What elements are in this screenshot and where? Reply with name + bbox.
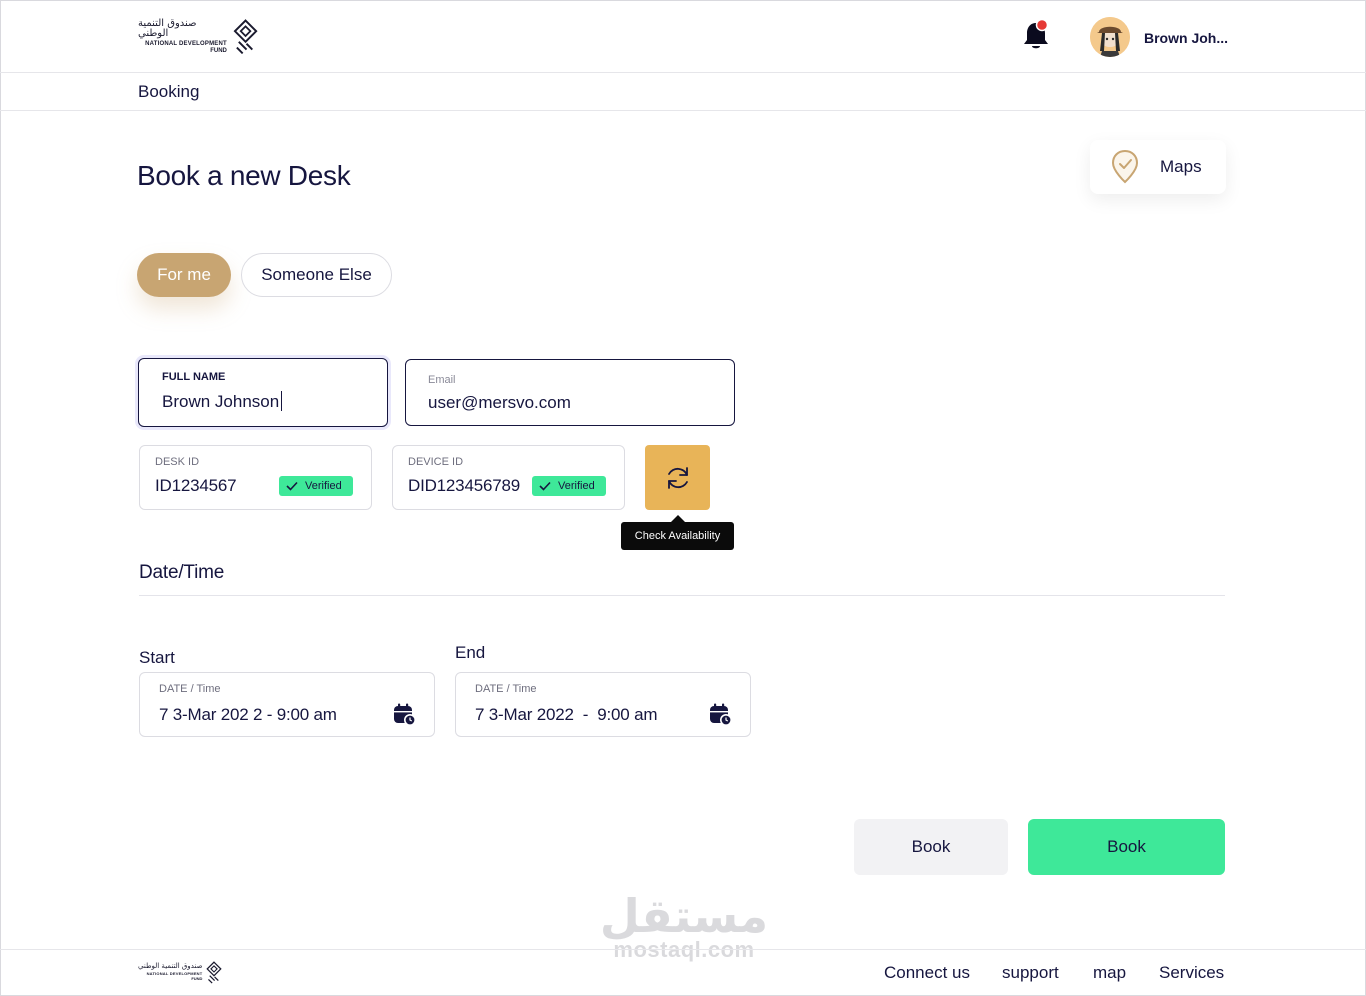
notification-dot	[1035, 19, 1049, 32]
logo-line-1: NATIONAL DEVELOPMENT	[145, 40, 227, 47]
text-caret	[281, 391, 283, 411]
maps-button[interactable]: Maps	[1090, 140, 1226, 194]
footer-link-support[interactable]: support	[1002, 963, 1059, 983]
calendar-clock-icon[interactable]	[392, 702, 416, 726]
email-field[interactable]: Email user@mersvo.com	[405, 359, 735, 426]
desk-id-value: ID1234567	[155, 476, 237, 495]
device-id-value: DID123456789	[408, 476, 520, 495]
full-name-input[interactable]: Brown Johnson	[162, 391, 283, 412]
start-datetime-field[interactable]: DATE / Time 7 3-Mar 202 2 - 9:00 am	[139, 672, 435, 737]
device-id-field[interactable]: DEVICE ID DID123456789 Verified	[392, 445, 625, 510]
calendar-clock-icon[interactable]	[708, 702, 732, 726]
maps-label: Maps	[1160, 157, 1202, 176]
check-icon	[286, 481, 298, 491]
footer-link-map[interactable]: map	[1093, 963, 1126, 983]
end-datetime-value: 7 3-Mar 2022 - 9:00 am	[475, 705, 658, 724]
logo-arabic-text: صندوق التنمية الوطني	[138, 17, 197, 39]
device-verified-text: Verified	[558, 480, 595, 492]
check-availability-button[interactable]	[645, 445, 710, 510]
breadcrumb-bar: Booking	[0, 73, 1366, 111]
check-availability-tooltip: Check Availability	[621, 515, 734, 550]
end-datetime-field[interactable]: DATE / Time 7 3-Mar 2022 - 9:00 am	[455, 672, 751, 737]
email-label: Email	[428, 374, 456, 386]
device-verified-badge: Verified	[532, 476, 606, 496]
map-pin-check-icon	[1111, 149, 1139, 184]
desk-verified-badge: Verified	[279, 476, 353, 496]
logo-mark-icon	[233, 19, 258, 54]
full-name-label: FULL NAME	[162, 371, 226, 383]
section-divider	[139, 595, 1225, 596]
footer-link-connect-us[interactable]: Connect us	[884, 963, 970, 983]
top-header: صندوق التنمية الوطني NATIONAL DEVELOPMEN…	[0, 0, 1366, 73]
avatar-portrait-icon	[1090, 17, 1130, 57]
end-label: End	[455, 643, 486, 662]
footer-link-services[interactable]: Services	[1159, 963, 1224, 983]
end-datetime-caption: DATE / Time	[475, 683, 537, 695]
start-label: Start	[139, 648, 175, 667]
footer-logo-line-2: FUND	[191, 976, 203, 981]
start-datetime-value: 7 3-Mar 202 2 - 9:00 am	[159, 705, 337, 724]
breadcrumb[interactable]: Booking	[138, 82, 199, 102]
watermark-arabic: مستقل	[599, 889, 769, 943]
start-datetime-caption: DATE / Time	[159, 683, 221, 695]
book-primary-button[interactable]: Book	[1028, 819, 1225, 875]
desk-verified-text: Verified	[305, 480, 342, 492]
logo-line-2: FUND	[210, 47, 227, 54]
notification-bell-icon[interactable]	[1022, 19, 1050, 51]
footer: صندوق التنمية الوطني NATIONAL DEVELOPMEN…	[0, 949, 1366, 996]
someone-else-toggle[interactable]: Someone Else	[241, 253, 392, 297]
check-icon	[539, 481, 551, 491]
page-title: Book a new Desk	[137, 160, 351, 191]
user-name[interactable]: Brown Joh...	[1144, 30, 1234, 46]
book-secondary-button[interactable]: Book	[854, 819, 1008, 875]
email-value[interactable]: user@mersvo.com	[428, 393, 571, 413]
datetime-section-title: Date/Time	[139, 562, 225, 583]
brand-logo[interactable]: صندوق التنمية الوطني NATIONAL DEVELOPMEN…	[138, 16, 258, 56]
device-id-label: DEVICE ID	[408, 456, 464, 468]
user-avatar[interactable]	[1090, 17, 1130, 57]
footer-logo[interactable]: صندوق التنمية الوطني NATIONAL DEVELOPMEN…	[138, 960, 223, 984]
desk-id-field[interactable]: DESK ID ID1234567 Verified	[139, 445, 372, 510]
desk-id-label: DESK ID	[155, 456, 200, 468]
for-me-toggle[interactable]: For me	[137, 253, 231, 297]
refresh-icon	[667, 466, 688, 489]
full-name-field[interactable]: FULL NAME Brown Johnson	[138, 358, 388, 427]
full-name-value: Brown Johnson	[162, 392, 280, 411]
logo-mark-icon	[206, 961, 223, 984]
footer-logo-arabic: صندوق التنمية الوطني	[138, 962, 203, 970]
